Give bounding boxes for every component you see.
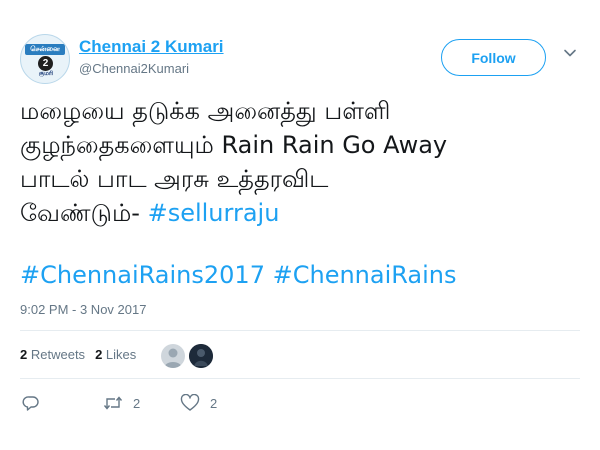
tweet-line: பாடல் பாட அரசு உத்தரவிட xyxy=(20,165,329,193)
chevron-down-icon[interactable] xyxy=(563,46,577,60)
avatar-number: 2 xyxy=(38,56,53,71)
hashtag-link[interactable]: #ChennaiRains xyxy=(273,261,457,289)
reply-icon xyxy=(22,396,39,411)
avatar-sub-text: குமரி xyxy=(38,71,54,77)
retweets-label: Retweets xyxy=(30,347,86,362)
likes-stat[interactable]: 2 Likes xyxy=(95,347,136,362)
hashtag-link[interactable]: #ChennaiRains2017 xyxy=(20,261,265,289)
likes-label: Likes xyxy=(105,347,137,362)
tweet-line-text: வேண்டும்- xyxy=(20,199,148,227)
tweet-card: சென்னை 2 குமரி Chennai 2 Kumari @Chennai… xyxy=(0,0,600,450)
tweet-line: வேண்டும்- #sellurraju xyxy=(20,196,580,230)
retweet-icon xyxy=(103,396,123,410)
user-handle[interactable]: @Chennai2Kumari xyxy=(79,61,189,76)
reply-button[interactable] xyxy=(22,392,40,414)
tweet-text: மழையை தடுக்க அனைத்து பள்ளி குழந்தைகளையும… xyxy=(20,94,580,230)
hashtag-link[interactable]: #sellurraju xyxy=(148,199,280,227)
divider xyxy=(20,378,580,379)
hashtags: #ChennaiRains2017 #ChennaiRains xyxy=(20,258,457,292)
retweet-count: 2 xyxy=(133,395,141,411)
engagement-stats: 2 Retweets 2 Likes xyxy=(20,347,136,362)
timestamp[interactable]: 9:02 PM - 3 Nov 2017 xyxy=(20,302,146,317)
avatar[interactable]: சென்னை 2 குமரி xyxy=(20,34,70,84)
follow-button[interactable]: Follow xyxy=(441,39,546,76)
avatar-badge-text: சென்னை xyxy=(30,46,60,53)
display-name[interactable]: Chennai 2 Kumari xyxy=(79,37,224,57)
like-button[interactable]: 2 xyxy=(180,392,217,414)
heart-icon xyxy=(180,394,200,411)
tweet-line: மழையை தடுக்க அனைத்து பள்ளி xyxy=(20,97,391,125)
liker-avatar[interactable] xyxy=(189,344,213,368)
like-count: 2 xyxy=(210,395,218,411)
retweets-count: 2 xyxy=(20,347,28,362)
liker-avatar[interactable] xyxy=(161,344,185,368)
default-profile-icon xyxy=(164,348,182,368)
likes-count: 2 xyxy=(95,347,103,362)
retweet-button[interactable]: 2 xyxy=(103,392,140,414)
tweet-line: குழந்தைகளையும் Rain Rain Go Away xyxy=(20,131,448,159)
retweets-stat[interactable]: 2 Retweets xyxy=(20,347,85,362)
profile-photo-icon xyxy=(189,344,213,368)
divider xyxy=(20,330,580,331)
